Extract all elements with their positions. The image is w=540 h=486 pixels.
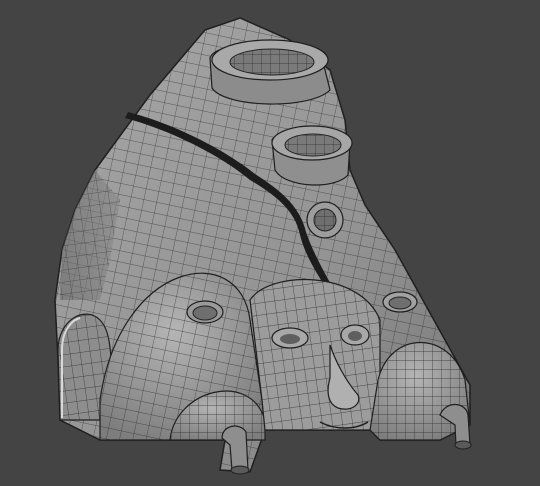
round-window-center[interactable] (306, 201, 344, 239)
3d-viewport[interactable] (0, 0, 540, 486)
carved-face[interactable] (249, 278, 381, 431)
chimney-vent-middle[interactable] (271, 125, 353, 186)
chimney-vent-top[interactable] (209, 39, 331, 105)
viewport-canvas[interactable] (0, 0, 540, 486)
